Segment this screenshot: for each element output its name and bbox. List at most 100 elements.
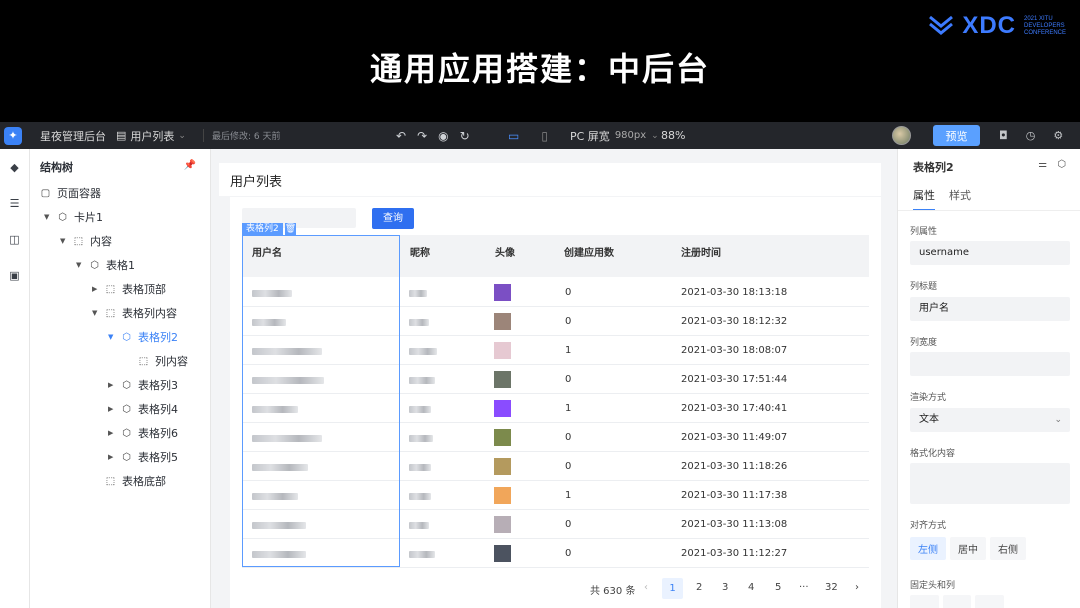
- search-button[interactable]: 查询: [372, 208, 414, 229]
- database-icon[interactable]: ◫: [8, 233, 21, 246]
- undo-icon[interactable]: ↶: [396, 129, 406, 143]
- preview-button[interactable]: 预览: [933, 125, 980, 146]
- dashed-box-icon: ⬚: [105, 307, 116, 319]
- desktop-icon[interactable]: ▭: [508, 129, 519, 143]
- refresh-icon[interactable]: ↻: [460, 129, 470, 143]
- tree-node-column3[interactable]: ▶ ⬡ 表格列3: [108, 377, 178, 393]
- tree-node-label: 表格底部: [122, 475, 166, 488]
- align-right-option[interactable]: 右侧: [990, 537, 1026, 560]
- format-textarea[interactable]: [910, 463, 1070, 504]
- tree-node-card1[interactable]: ▼ ⬡ 卡片1: [44, 209, 103, 225]
- pager-page[interactable]: 1: [662, 578, 683, 599]
- tree-node-table-bottom[interactable]: ⬚ 表格底部: [105, 473, 166, 489]
- app-logo[interactable]: ✦: [4, 122, 24, 149]
- history-icon[interactable]: ◷: [1026, 129, 1036, 142]
- page-header: 用户列表: [219, 163, 881, 196]
- pager-page[interactable]: 3: [722, 582, 728, 593]
- tab-style[interactable]: 样式: [949, 187, 971, 211]
- last-edit-text: 最后修改: 6 天前: [203, 129, 280, 142]
- caret-right-icon[interactable]: ▶: [92, 285, 99, 293]
- caret-down-icon[interactable]: ▼: [60, 237, 67, 245]
- tree-icon[interactable]: ☰: [8, 197, 21, 210]
- pager-page[interactable]: 5: [775, 582, 781, 593]
- caret-down-icon[interactable]: ▼: [44, 213, 51, 221]
- table-row[interactable]: 1 2021-03-30 11:17:38: [242, 481, 869, 510]
- eye-icon[interactable]: ◉: [438, 129, 448, 143]
- app-count-cell: 1: [565, 490, 572, 501]
- register-time-cell: 2021-03-30 11:17:38: [681, 490, 788, 501]
- screen-width-select[interactable]: PC 屏宽 980px ⌄: [570, 122, 659, 149]
- pager-page[interactable]: 2: [696, 582, 702, 593]
- col-header-register-time[interactable]: 注册时间: [681, 244, 721, 259]
- component-icon[interactable]: ◆: [8, 161, 21, 174]
- align-left-option[interactable]: 左侧: [910, 537, 946, 560]
- table-row[interactable]: 1 2021-03-30 17:40:41: [242, 394, 869, 423]
- nickname-redacted: [409, 290, 427, 297]
- app-name[interactable]: 星夜管理后台: [40, 122, 106, 149]
- caret-down-icon[interactable]: ▼: [92, 309, 99, 317]
- col-attr-field[interactable]: username: [910, 241, 1070, 265]
- dashed-box-icon: ⬚: [105, 283, 116, 295]
- tree-node-column6[interactable]: ▶ ⬡ 表格列6: [108, 425, 178, 441]
- pager-page[interactable]: 32: [825, 582, 838, 593]
- redo-icon[interactable]: ↷: [417, 129, 427, 143]
- sliders-icon[interactable]: ⚌: [1038, 159, 1047, 170]
- tree-title: 结构树: [40, 161, 73, 174]
- align-center-option[interactable]: 居中: [950, 537, 986, 560]
- camera-icon[interactable]: ◘: [999, 129, 1008, 142]
- table-row[interactable]: 0 2021-03-30 11:13:08: [242, 510, 869, 539]
- tree-node-column4[interactable]: ▶ ⬡ 表格列4: [108, 401, 178, 417]
- register-time-cell: 2021-03-30 11:12:27: [681, 548, 788, 559]
- cube-icon[interactable]: ⬡: [1057, 159, 1066, 170]
- fixed-option[interactable]: [975, 595, 1005, 608]
- tree-node-column2[interactable]: ▼ ⬡ 表格列2: [108, 329, 178, 345]
- tree-node-table-top[interactable]: ▶ ⬚ 表格顶部: [92, 281, 166, 297]
- tree-node-table1[interactable]: ▼ ⬡ 表格1: [76, 257, 135, 273]
- tree-node-table-columns[interactable]: ▼ ⬚ 表格列内容: [92, 305, 177, 321]
- tree-node-page-container[interactable]: ▢ 页面容器: [40, 185, 101, 201]
- chevron-left-icon[interactable]: ‹: [644, 582, 648, 593]
- username-redacted: [252, 377, 324, 384]
- gear-icon[interactable]: ⚙: [1053, 129, 1063, 142]
- caret-right-icon[interactable]: ▶: [108, 405, 115, 413]
- tree-node-content[interactable]: ▼ ⬚ 内容: [60, 233, 112, 249]
- table-row[interactable]: 0 2021-03-30 11:49:07: [242, 423, 869, 452]
- pager-page[interactable]: 4: [748, 582, 754, 593]
- fixed-option[interactable]: [910, 595, 939, 608]
- caret-right-icon[interactable]: ▶: [108, 453, 115, 461]
- avatar-thumbnail: [494, 284, 511, 301]
- chevron-right-icon[interactable]: ›: [855, 582, 859, 593]
- page-selector[interactable]: ▤ 用户列表 ⌄: [116, 122, 186, 149]
- delete-icon[interactable]: 🗑: [284, 223, 296, 235]
- tab-attributes[interactable]: 属性: [913, 187, 935, 211]
- table-row[interactable]: 0 2021-03-30 18:12:32: [242, 307, 869, 336]
- zoom-level[interactable]: 88%: [661, 122, 685, 149]
- mobile-icon[interactable]: ▯: [541, 129, 548, 143]
- col-header-app-count[interactable]: 创建应用数: [564, 244, 614, 259]
- table-row[interactable]: 1 2021-03-30 18:08:07: [242, 336, 869, 365]
- tree-node-column-content[interactable]: ⬚ 列内容: [138, 353, 188, 369]
- document-icon[interactable]: ▣: [8, 269, 21, 282]
- xdc-mark-icon: [929, 15, 954, 35]
- fixed-option[interactable]: [942, 595, 972, 608]
- table-row[interactable]: 0 2021-03-30 11:18:26: [242, 452, 869, 481]
- tree-node-column5[interactable]: ▶ ⬡ 表格列5: [108, 449, 178, 465]
- pin-icon[interactable]: 📌: [184, 160, 196, 171]
- col-width-field[interactable]: [910, 352, 1070, 376]
- caret-right-icon[interactable]: ▶: [108, 429, 115, 437]
- col-header-avatar[interactable]: 头像: [495, 244, 515, 259]
- render-mode-select[interactable]: 文本 ⌄: [910, 408, 1070, 432]
- table-row[interactable]: 0 2021-03-30 11:12:27: [242, 539, 869, 568]
- caret-down-icon[interactable]: ▼: [108, 333, 115, 341]
- avatar-thumbnail: [494, 371, 511, 388]
- table-row[interactable]: 0 2021-03-30 17:51:44: [242, 365, 869, 394]
- col-header-username[interactable]: 用户名: [252, 244, 282, 259]
- table-row[interactable]: 0 2021-03-30 18:13:18: [242, 278, 869, 307]
- col-title-field[interactable]: 用户名: [910, 297, 1070, 321]
- caret-right-icon[interactable]: ▶: [108, 381, 115, 389]
- caret-down-icon[interactable]: ▼: [76, 261, 83, 269]
- pager-ellipsis[interactable]: ···: [799, 582, 809, 593]
- col-header-nickname[interactable]: 昵称: [410, 244, 430, 259]
- selected-tag-label[interactable]: 表格列2: [242, 223, 283, 235]
- user-avatar-wrap[interactable]: [892, 122, 911, 149]
